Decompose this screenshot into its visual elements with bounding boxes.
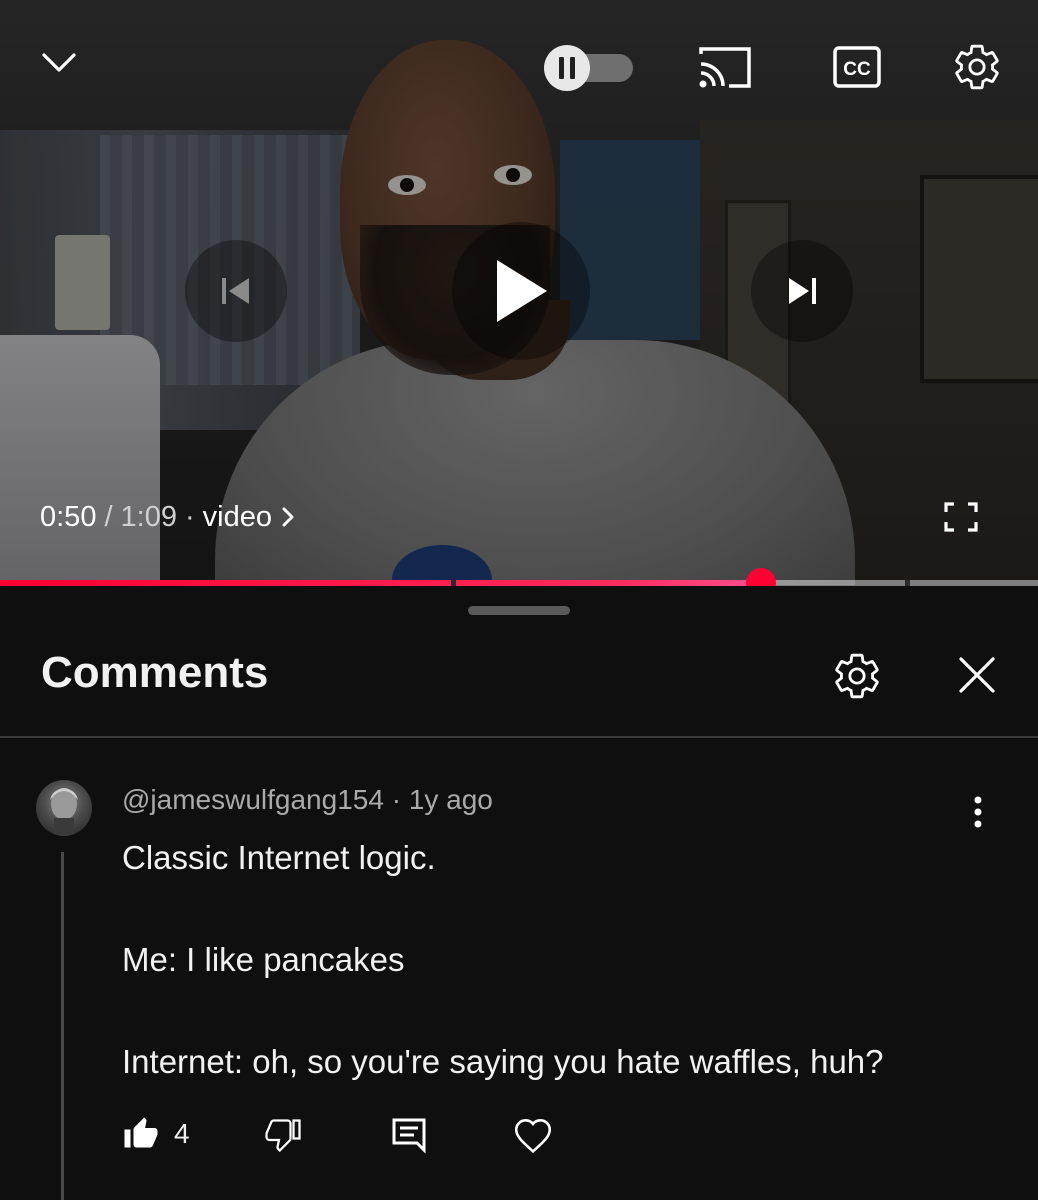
comment-line: Me: I like pancakes xyxy=(122,941,405,978)
avatar[interactable] xyxy=(36,780,92,836)
skip-next-icon[interactable] xyxy=(751,240,853,342)
time-separator: / xyxy=(104,500,113,533)
cc-icon[interactable]: CC xyxy=(832,45,882,89)
thread-line xyxy=(61,852,64,1200)
comment-line xyxy=(122,985,982,1036)
chevron-down-icon[interactable] xyxy=(36,40,82,86)
skip-previous-icon[interactable] xyxy=(185,240,287,342)
play-icon[interactable] xyxy=(452,222,590,360)
comment-line xyxy=(122,883,982,934)
reply-icon xyxy=(390,1116,428,1154)
meta-separator: · xyxy=(391,784,402,815)
more-vert-icon[interactable] xyxy=(960,790,996,834)
reply-button[interactable] xyxy=(390,1116,428,1154)
comment-author[interactable]: @jameswulfgang154 xyxy=(122,784,384,815)
drag-handle[interactable] xyxy=(468,606,570,615)
gear-icon[interactable] xyxy=(950,40,1004,94)
comment-meta: @jameswulfgang154 · 1y ago xyxy=(122,784,493,816)
thumb-up-icon xyxy=(122,1116,160,1152)
chapter-label[interactable]: video xyxy=(203,501,272,534)
current-time: 0:50 xyxy=(40,500,97,533)
like-count: 4 xyxy=(174,1118,190,1149)
comments-panel: Comments @jameswulfgang154 · 1y ago Clas… xyxy=(0,586,1038,1200)
comment-line: Classic Internet logic. xyxy=(122,839,436,876)
fullscreen-icon[interactable] xyxy=(942,500,980,534)
panel-title: Comments xyxy=(41,648,269,697)
dislike-button[interactable] xyxy=(264,1116,302,1152)
chevron-right-icon[interactable] xyxy=(280,505,296,529)
autoplay-toggle[interactable] xyxy=(543,45,635,91)
close-icon[interactable] xyxy=(954,652,1000,698)
svg-text:CC: CC xyxy=(843,59,871,80)
comment-line: Internet: oh, so you're saying you hate … xyxy=(122,1043,884,1080)
comment-text: Classic Internet logic. Me: I like panca… xyxy=(122,832,982,1087)
dot-separator: · xyxy=(184,500,195,533)
time-display: 0:50 / 1:09 · video xyxy=(40,497,296,537)
thumb-down-icon xyxy=(264,1116,302,1152)
video-duration: 1:09 xyxy=(120,500,177,533)
divider xyxy=(0,736,1038,738)
like-button[interactable]: 4 xyxy=(122,1116,190,1152)
heart-icon xyxy=(512,1116,554,1154)
gear-icon[interactable] xyxy=(830,649,884,703)
video-player[interactable]: CC 0:50 / 1:09 · video xyxy=(0,0,1038,585)
cast-icon[interactable] xyxy=(696,43,754,91)
comment-age: 1y ago xyxy=(408,784,493,815)
heart-button[interactable] xyxy=(512,1116,554,1154)
